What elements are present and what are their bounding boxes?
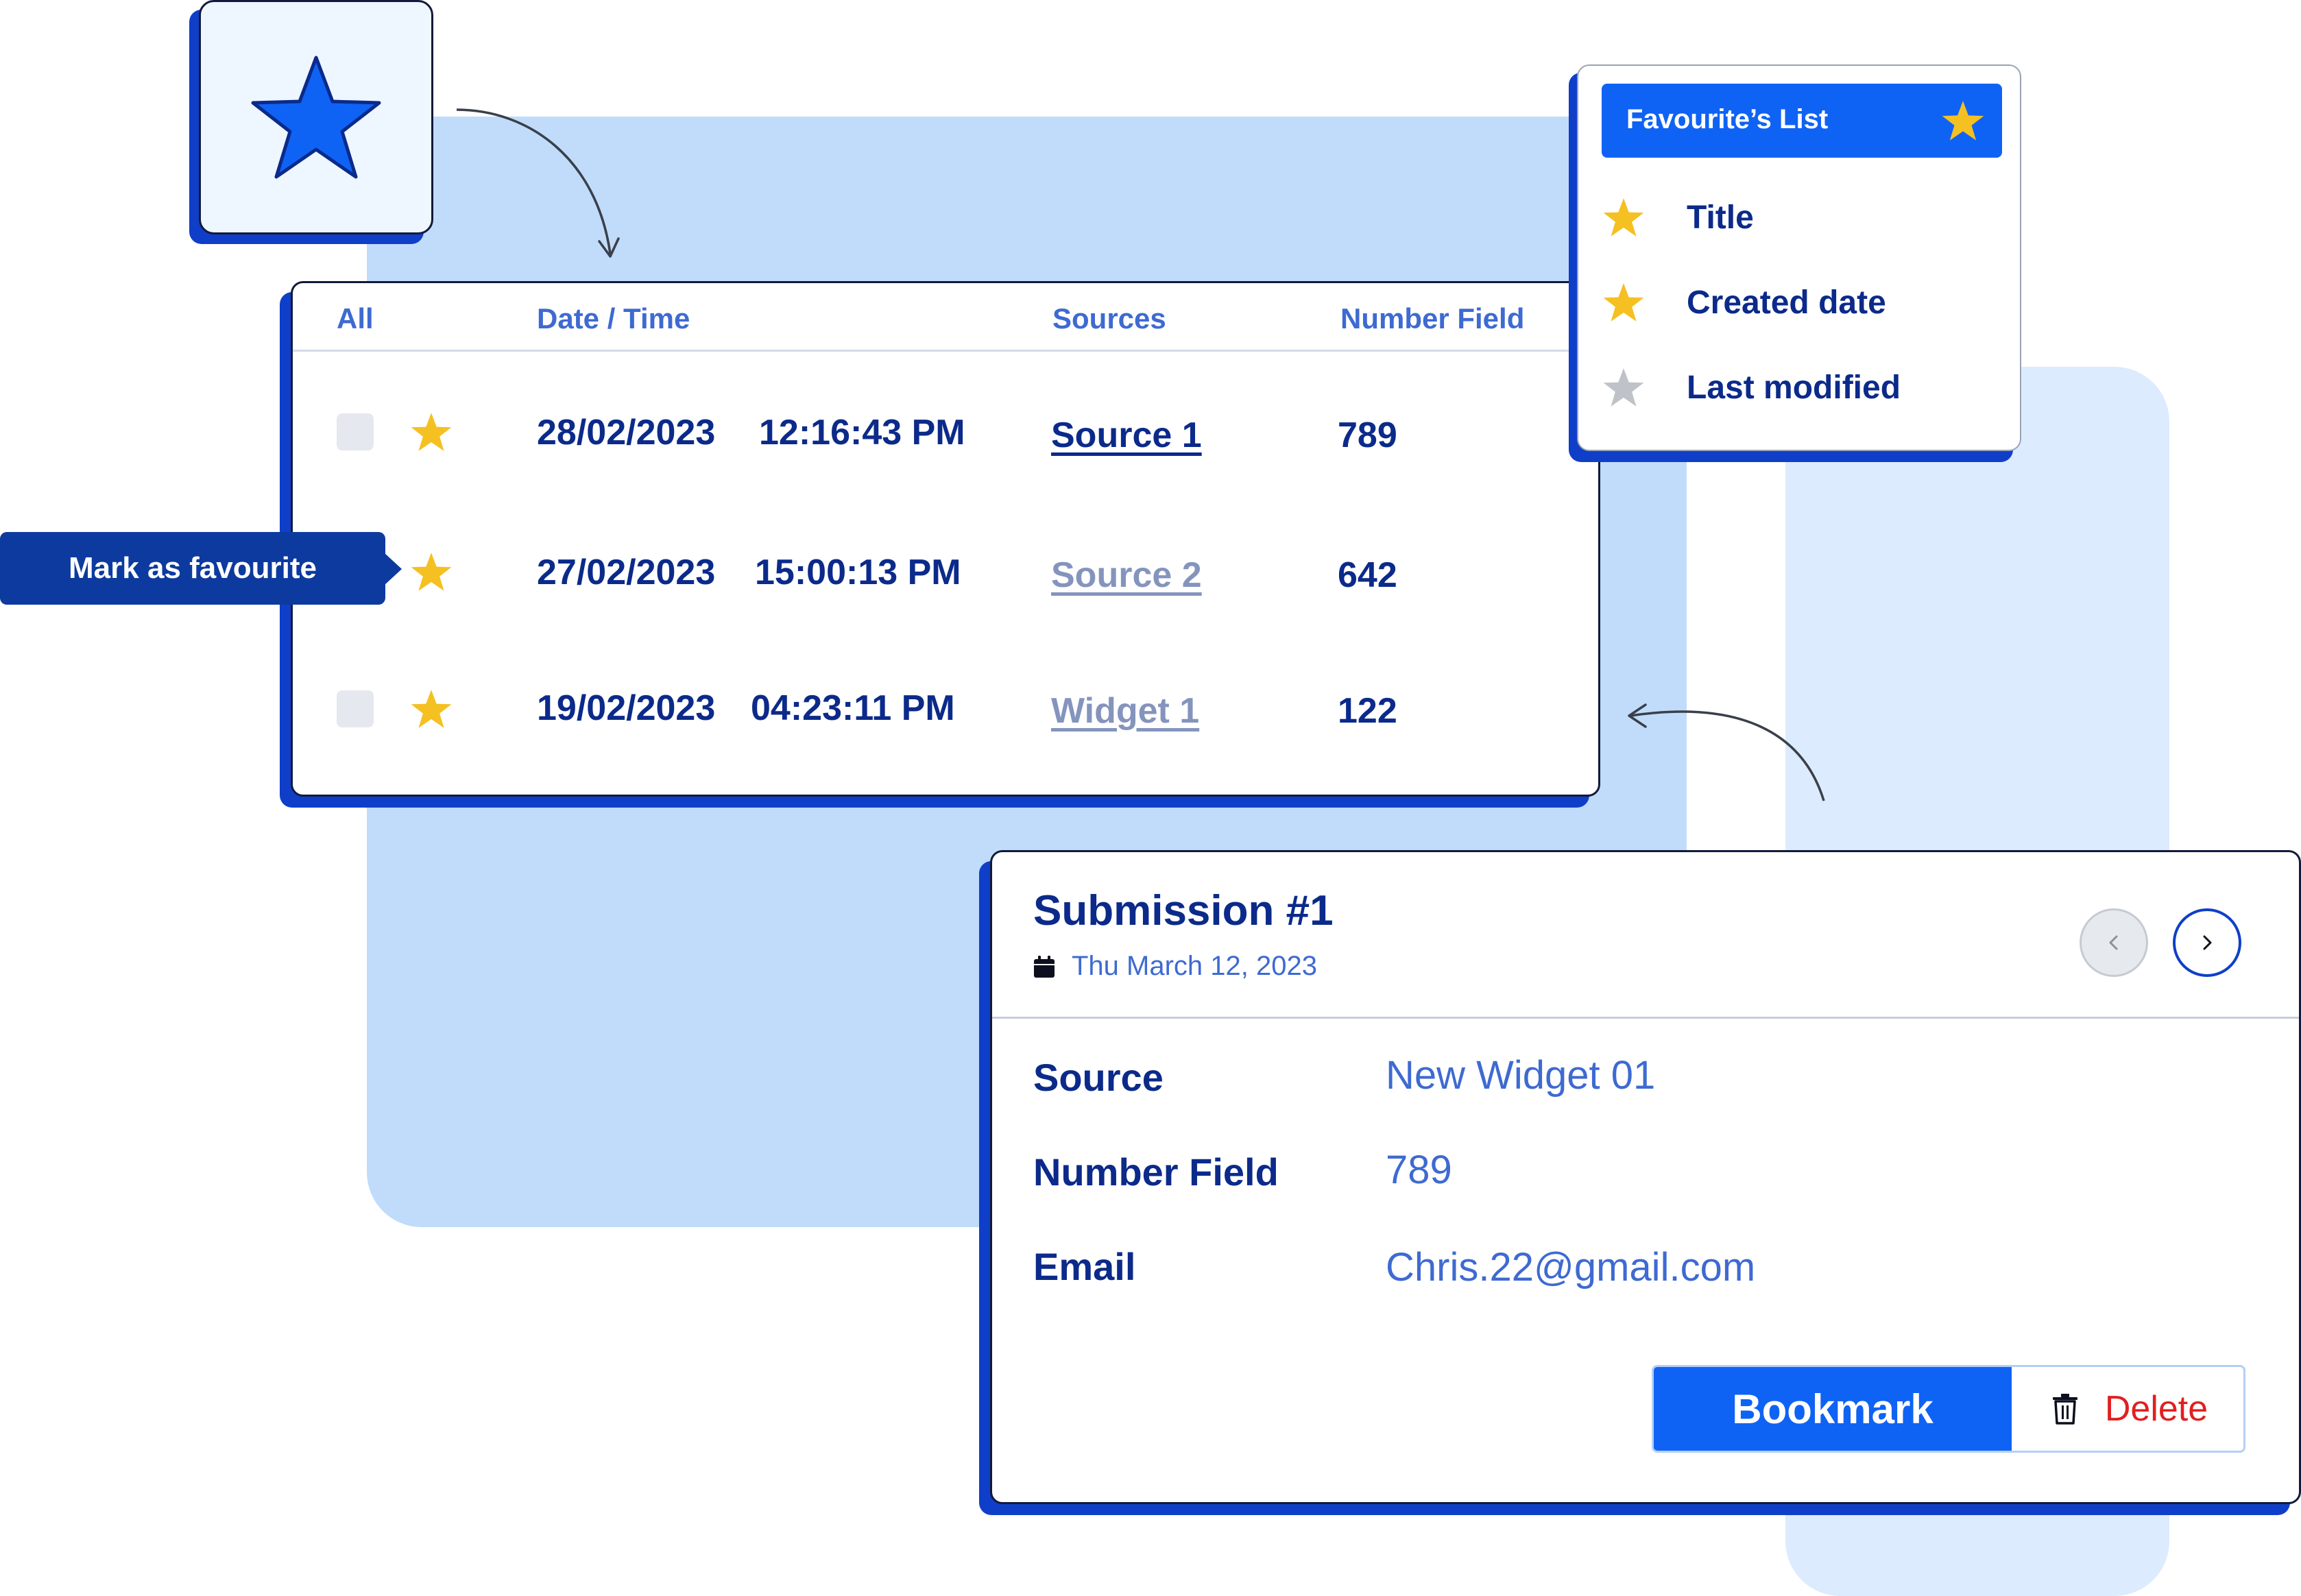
row-date: 28/02/2023 <box>537 413 716 452</box>
row-checkbox[interactable] <box>337 413 374 450</box>
favourites-item-title[interactable]: Title <box>1602 189 1986 251</box>
table-header: All Date / Time Sources Number Field <box>293 283 1598 352</box>
row-time: 15:00:13 PM <box>755 553 961 592</box>
row-number: 122 <box>1338 691 1397 731</box>
star-icon <box>248 52 385 182</box>
favourites-list: Favourite’s List Title Created date Last… <box>1577 64 2021 451</box>
curved-arrow-return-icon <box>1628 703 1825 801</box>
submission-date: Thu March 12, 2023 <box>1072 951 1317 981</box>
star-icon[interactable] <box>409 411 453 453</box>
header-sources[interactable]: Sources <box>1052 302 1166 335</box>
field-label: Source <box>1033 1056 1164 1099</box>
star-icon <box>1940 99 1986 143</box>
bookmark-button[interactable]: Bookmark <box>1654 1367 2012 1451</box>
table-row[interactable]: 19/02/2023 04:23:11 PM Widget 1 122 <box>293 649 1598 786</box>
table-row[interactable]: 28/02/2023 12:16:43 PM Source 1 789 <box>293 372 1598 509</box>
submissions-table: All Date / Time Sources Number Field 28/… <box>291 281 1600 797</box>
field-label: Email <box>1033 1245 1136 1288</box>
next-button[interactable] <box>2173 908 2241 977</box>
star-outline-icon[interactable] <box>1602 366 1646 409</box>
favourites-header: Favourite’s List <box>1602 84 2002 158</box>
row-date: 19/02/2023 <box>537 688 716 728</box>
favourites-item-created-date[interactable]: Created date <box>1602 274 1986 336</box>
field-label: Number Field <box>1033 1150 1279 1194</box>
submission-title: Submission #1 <box>1033 887 1334 934</box>
divider <box>992 1017 2299 1019</box>
row-checkbox[interactable] <box>337 690 374 727</box>
field-value: New Widget 01 <box>1386 1053 1656 1098</box>
row-source-link[interactable]: Source 1 <box>1051 415 1202 456</box>
favourites-title: Favourite’s List <box>1626 104 1829 134</box>
field-value: 789 <box>1386 1148 1452 1192</box>
row-source-link[interactable]: Widget 1 <box>1051 690 1199 732</box>
star-icon[interactable] <box>409 551 453 593</box>
delete-button[interactable]: Delete <box>2012 1367 2243 1451</box>
mark-favourite-tooltip: Mark as favourite <box>0 532 385 605</box>
star-icon[interactable] <box>1602 196 1646 239</box>
tooltip-pointer <box>384 553 402 585</box>
row-date: 27/02/2023 <box>537 553 716 592</box>
favourites-item-label: Title <box>1687 200 1754 236</box>
row-number: 642 <box>1338 555 1397 595</box>
star-icon[interactable] <box>409 688 453 730</box>
chevron-left-icon <box>2104 933 2123 952</box>
action-button-group: Bookmark Delete <box>1652 1365 2245 1453</box>
tooltip-label: Mark as favourite <box>69 551 317 585</box>
favourite-star-tile[interactable] <box>199 0 433 234</box>
row-source-link[interactable]: Source 2 <box>1051 555 1202 596</box>
row-time: 04:23:11 PM <box>751 688 955 728</box>
calendar-icon <box>1033 955 1055 978</box>
row-time: 12:16:43 PM <box>759 413 965 452</box>
star-icon[interactable] <box>1602 281 1646 324</box>
curved-arrow-icon <box>456 108 620 258</box>
chevron-right-icon <box>2197 933 2217 952</box>
submission-detail: Submission #1 Thu March 12, 2023 Source … <box>990 850 2301 1504</box>
delete-label: Delete <box>2104 1389 2208 1429</box>
favourites-item-label: Last modified <box>1687 370 1901 406</box>
favourites-item-last-modified[interactable]: Last modified <box>1602 359 1986 421</box>
trash-icon <box>2051 1393 2079 1425</box>
previous-button[interactable] <box>2080 908 2148 977</box>
header-all[interactable]: All <box>337 302 374 335</box>
field-value-email[interactable]: Chris.22@gmail.com <box>1386 1244 1755 1290</box>
header-number-field[interactable]: Number Field <box>1340 302 1524 335</box>
favourites-item-label: Created date <box>1687 285 1886 321</box>
row-number: 789 <box>1338 415 1397 455</box>
header-date-time[interactable]: Date / Time <box>537 302 690 335</box>
table-row[interactable]: 27/02/2023 15:00:13 PM Source 2 642 <box>293 512 1598 649</box>
